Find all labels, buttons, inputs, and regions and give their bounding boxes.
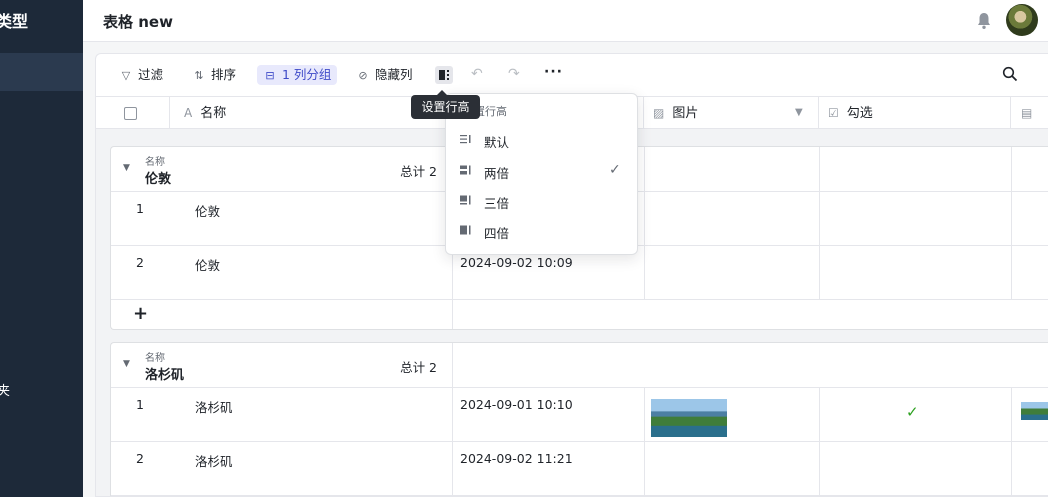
plus-icon[interactable]: +: [133, 303, 148, 324]
group-field-label: 名称: [145, 157, 165, 168]
selected-check-icon: ✓: [609, 162, 621, 178]
group-count: 总计 2: [400, 164, 437, 179]
column-header-file[interactable]: ▤: [1011, 97, 1048, 129]
column-header-check[interactable]: ☑ 勾选: [819, 97, 1011, 129]
group-header[interactable]: ▼ 名称 洛杉矶 总计 2: [111, 343, 1048, 388]
cell-date[interactable]: 2024-09-02 11:21: [460, 451, 573, 466]
sort-button[interactable]: ⇅ 排序: [192, 65, 236, 85]
page-title: 表格 new: [103, 13, 173, 31]
menu-item-triple[interactable]: 三倍: [446, 186, 637, 216]
group-field-label: 名称: [145, 353, 165, 364]
filter-icon: ▽: [121, 69, 131, 82]
row-height-3x-icon: [460, 195, 471, 205]
row-index: 1: [136, 201, 144, 216]
sidebar-item-active[interactable]: [0, 53, 83, 91]
file-field-icon: ▤: [1021, 106, 1033, 120]
more-button[interactable]: ···: [544, 64, 563, 80]
user-avatar[interactable]: [1006, 4, 1038, 36]
cell-name[interactable]: 洛杉矶: [195, 397, 233, 416]
sidebar-brand: 类型: [0, 12, 29, 31]
table-row[interactable]: 1 洛杉矶 2024-09-01 10:10 ✓: [111, 388, 1048, 442]
group-value: 洛杉矶: [145, 368, 185, 383]
cell-image-thumbnail[interactable]: [651, 399, 727, 437]
top-bar: 表格 new: [83, 0, 1048, 42]
filter-button[interactable]: ▽ 过滤: [119, 65, 163, 85]
group-count: 总计 2: [400, 360, 437, 375]
select-all-checkbox[interactable]: [124, 107, 137, 120]
row-height-4x-icon: [460, 225, 471, 235]
redo-icon[interactable]: ↷: [508, 66, 520, 82]
table-row[interactable]: 2 洛杉矶 2024-09-02 11:21: [111, 442, 1048, 496]
collapse-arrow-icon[interactable]: ▼: [123, 163, 130, 173]
text-field-icon: A: [184, 106, 193, 120]
menu-item-quadruple[interactable]: 四倍: [446, 216, 637, 246]
add-row-button[interactable]: +: [111, 300, 1048, 329]
cell-name[interactable]: 伦敦: [195, 201, 220, 220]
chevron-down-icon[interactable]: ▼: [795, 97, 803, 129]
bell-icon[interactable]: [976, 12, 992, 30]
row-height-icon: [439, 70, 449, 80]
group-icon: ⊟: [265, 69, 275, 82]
checkbox-field-icon: ☑: [828, 106, 839, 120]
sidebar: 类型 夹: [0, 0, 83, 497]
undo-icon[interactable]: ↶: [471, 66, 483, 82]
menu-item-double[interactable]: 两倍 ✓: [446, 156, 637, 186]
cell-file-thumbnail[interactable]: [1021, 402, 1048, 420]
checkmark-icon[interactable]: ✓: [906, 403, 919, 421]
group-button[interactable]: ⊟ 1 列分组: [257, 65, 338, 85]
image-field-icon: ▨: [653, 106, 665, 120]
collapse-arrow-icon[interactable]: ▼: [123, 359, 130, 369]
group-los-angeles: ▼ 名称 洛杉矶 总计 2 1 洛杉矶 2024-09-01 10:10 ✓ 2…: [110, 342, 1048, 496]
cell-date[interactable]: 2024-09-02 10:09: [460, 255, 573, 270]
column-header-image[interactable]: ▨ 图片 ▼: [644, 97, 819, 129]
row-height-button[interactable]: [435, 66, 453, 84]
eye-off-icon: ⊘: [358, 69, 368, 82]
hide-columns-button[interactable]: ⊘ 隐藏列: [356, 65, 412, 85]
group-value: 伦敦: [145, 172, 172, 187]
search-icon[interactable]: [1002, 66, 1018, 82]
sort-icon: ⇅: [194, 69, 204, 82]
header-select-all[interactable]: [96, 97, 170, 129]
menu-item-default[interactable]: 默认: [446, 125, 637, 155]
row-height-2x-icon: [460, 165, 471, 175]
row-index: 1: [136, 397, 144, 412]
row-height-tooltip: 设置行高: [411, 90, 480, 119]
cell-date[interactable]: 2024-09-01 10:10: [460, 397, 573, 412]
sidebar-item-label[interactable]: 夹: [0, 380, 10, 399]
column-header-name[interactable]: A 名称: [170, 97, 452, 129]
cell-name[interactable]: 洛杉矶: [195, 451, 233, 470]
toolbar: ▽ 过滤 ⇅ 排序 ⊟ 1 列分组 ⊘ 隐藏列 ↶ ↷ ···: [96, 54, 1048, 96]
row-index: 2: [136, 255, 144, 270]
row-index: 2: [136, 451, 144, 466]
cell-name[interactable]: 伦敦: [195, 255, 220, 274]
row-height-1x-icon: [460, 135, 471, 144]
